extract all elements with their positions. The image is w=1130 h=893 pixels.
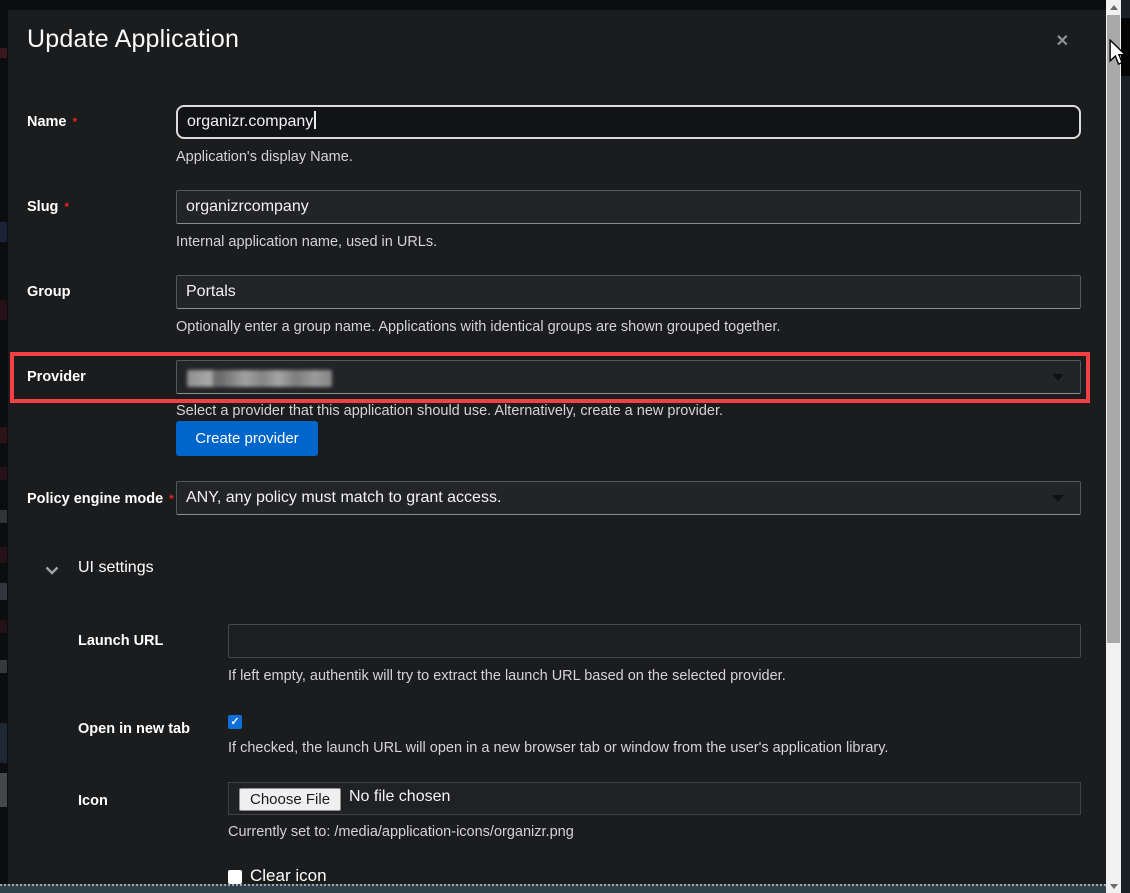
scroll-down-arrow-icon[interactable] [1110, 884, 1118, 889]
launch-url-help: If left empty, authentik will try to ext… [228, 668, 786, 684]
behind-page-fragment [0, 427, 7, 443]
required-asterisk: * [73, 115, 78, 129]
group-help: Optionally enter a group name. Applicati… [176, 319, 781, 335]
name-input[interactable]: organizr.company [176, 105, 1081, 139]
create-provider-button[interactable]: Create provider [176, 421, 318, 456]
launch-url-input[interactable] [228, 624, 1081, 658]
chevron-down-icon[interactable] [45, 566, 59, 575]
icon-file-input[interactable]: Choose File No file chosen [228, 782, 1081, 815]
file-status-text: No file chosen [349, 788, 450, 806]
provider-value-redacted [187, 370, 332, 387]
open-in-new-tab-label: Open in new tab [78, 721, 190, 737]
text-cursor [314, 111, 316, 129]
policy-engine-mode-label: Policy engine mode* [27, 491, 174, 507]
name-label: Name* [27, 114, 77, 130]
behind-page-fragment [0, 467, 7, 480]
policy-engine-mode-select[interactable]: ANY, any policy must match to grant acce… [176, 481, 1081, 515]
provider-select[interactable] [176, 360, 1081, 394]
choose-file-button[interactable]: Choose File [239, 788, 341, 811]
update-application-modal: Update Application ✕ Name* organizr.comp… [8, 10, 1106, 884]
behind-page-fragment [0, 583, 7, 600]
mouse-cursor [1109, 39, 1128, 68]
behind-page-fragment [0, 547, 7, 563]
name-help: Application's display Name. [176, 149, 353, 165]
chevron-down-icon [1052, 495, 1064, 502]
page-bottom-edge [0, 884, 1106, 893]
modal-title: Update Application [27, 25, 239, 54]
provider-help: Select a provider that this application … [176, 403, 723, 419]
chevron-down-icon [1052, 374, 1064, 381]
launch-url-label: Launch URL [78, 633, 163, 649]
group-input[interactable]: Portals [176, 275, 1081, 309]
required-asterisk: * [64, 200, 69, 214]
behind-page-fragment [0, 48, 7, 58]
behind-page-fragment [0, 620, 7, 633]
clear-icon-label: Clear icon [250, 866, 327, 884]
behind-page-fragment [0, 723, 7, 763]
ui-settings-section-label[interactable]: UI settings [78, 559, 154, 577]
behind-page-fragment [0, 222, 7, 242]
icon-label: Icon [78, 793, 108, 809]
scrollbar-thumb[interactable] [1107, 15, 1120, 643]
behind-page-fragment [0, 510, 7, 523]
scrollbar[interactable] [1106, 0, 1121, 893]
open-in-new-tab-help: If checked, the launch URL will open in … [228, 740, 888, 756]
behind-page-fragment [0, 773, 7, 807]
behind-page-fragment [0, 660, 7, 673]
close-icon[interactable]: ✕ [1056, 31, 1069, 51]
slug-input[interactable]: organizrcompany [176, 190, 1081, 224]
right-edge-column [1121, 0, 1130, 893]
open-in-new-tab-checkbox[interactable]: ✓ [228, 715, 242, 729]
slug-label: Slug* [27, 199, 69, 215]
group-label: Group [27, 284, 71, 300]
provider-label: Provider [27, 369, 86, 385]
scroll-up-arrow-icon[interactable] [1110, 5, 1118, 10]
clear-icon-checkbox[interactable] [228, 870, 242, 884]
slug-help: Internal application name, used in URLs. [176, 234, 437, 250]
behind-page-fragment [0, 300, 7, 320]
icon-help: Currently set to: /media/application-ico… [228, 824, 574, 840]
required-asterisk: * [169, 492, 174, 506]
